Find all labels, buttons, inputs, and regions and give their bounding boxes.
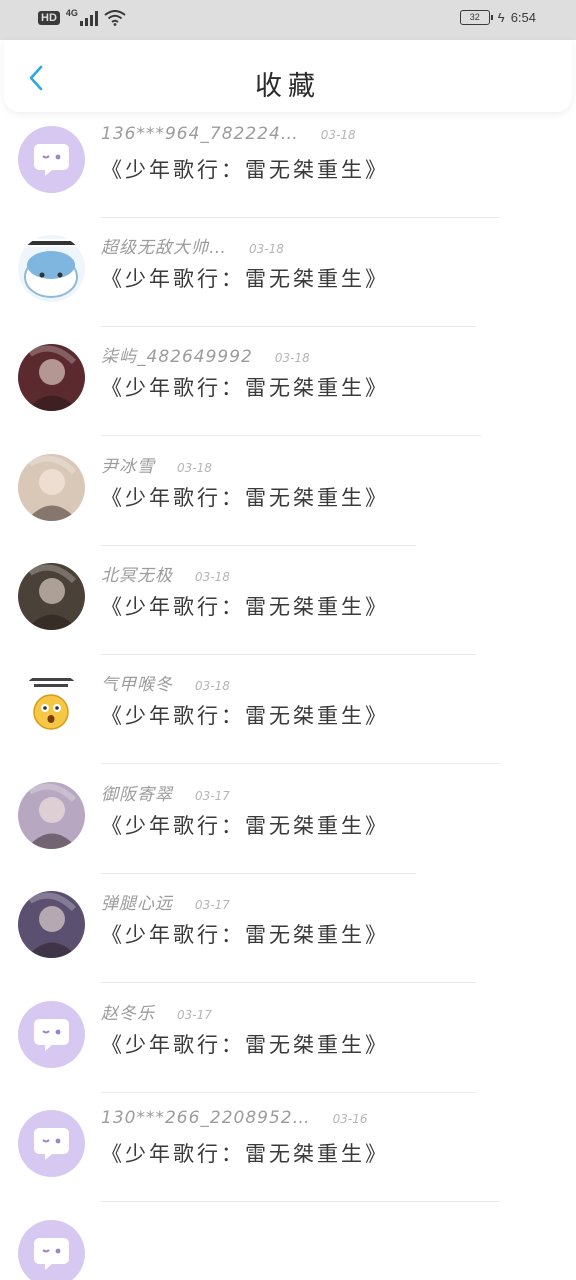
date-label: 03-18 xyxy=(274,351,310,365)
divider xyxy=(101,217,501,218)
divider xyxy=(101,763,501,764)
divider xyxy=(101,326,476,327)
item-meta: 130***266_2208952… 03-16 xyxy=(101,1108,367,1128)
novel-title[interactable]: 《少年歌行：雷无桀重生》 xyxy=(101,372,389,402)
user-name: 御阪寄翠 xyxy=(101,785,173,805)
novel-title[interactable]: 《少年歌行：雷无桀重生》 xyxy=(101,591,389,621)
date-label: 03-18 xyxy=(195,679,230,693)
novel-title[interactable]: 《少年歌行：雷无桀重生》 xyxy=(101,1029,389,1059)
item-meta: 御阪寄翠 03-17 xyxy=(101,780,230,805)
date-label: 03-17 xyxy=(177,1008,212,1022)
item-meta: 尹冰雪 03-18 xyxy=(101,452,212,477)
novel-title[interactable]: 《少年歌行：雷无桀重生》 xyxy=(101,919,389,949)
date-label: 03-18 xyxy=(249,242,284,256)
user-name: 赵冬乐 xyxy=(101,1004,155,1024)
user-name: 北冥无极 xyxy=(101,566,173,586)
divider xyxy=(101,654,476,655)
list-item[interactable]: 赵冬乐 03-17 《少年歌行：雷无桀重生》 xyxy=(0,989,576,1098)
divider xyxy=(101,435,481,436)
item-meta: 136***964_782224… 03-18 xyxy=(101,124,356,144)
nav-bar: 收藏 xyxy=(4,40,572,112)
list-item[interactable]: 尹冰雪 03-18 《少年歌行：雷无桀重生》 xyxy=(0,442,576,551)
item-meta: 弹腿心远 03-17 xyxy=(101,889,230,914)
status-left: HD 4G xyxy=(38,8,126,26)
favorites-list[interactable]: 《少年歌行：雷无桀重生》 136***964_782224… 03-18 《少年歌行：… xyxy=(0,40,576,1280)
hd-badge: HD xyxy=(38,11,60,25)
divider xyxy=(101,545,416,546)
chat-bubble-icon[interactable] xyxy=(18,1220,85,1280)
photo-avatar[interactable] xyxy=(18,891,85,958)
divider xyxy=(101,873,416,874)
list-item[interactable] xyxy=(0,1208,576,1280)
user-name: 超级无敌大帅… xyxy=(101,238,227,258)
item-meta: 超级无敌大帅… 03-18 xyxy=(101,233,284,258)
date-label: 03-18 xyxy=(195,570,230,584)
photo-avatar[interactable] xyxy=(18,782,85,849)
item-meta: 气甲喉冬 03-18 xyxy=(101,670,230,695)
novel-title[interactable]: 《少年歌行：雷无桀重生》 xyxy=(101,1138,389,1168)
user-name: 气甲喉冬 xyxy=(101,675,173,695)
item-meta: 赵冬乐 03-17 xyxy=(101,999,212,1024)
list-item[interactable]: 御阪寄翠 03-17 《少年歌行：雷无桀重生》 xyxy=(0,770,576,879)
list-item[interactable]: 气甲喉冬 03-18 《少年歌行：雷无桀重生》 xyxy=(0,660,576,769)
chat-bubble-icon[interactable] xyxy=(18,1001,85,1068)
user-name: 尹冰雪 xyxy=(101,457,155,477)
chat-bubble-icon[interactable] xyxy=(18,126,85,193)
divider xyxy=(101,1201,501,1202)
user-name: 柒屿_482649992 xyxy=(101,347,253,367)
status-bar: HD 4G 32 ϟ 6:54 xyxy=(0,0,576,40)
divider xyxy=(101,1092,476,1093)
page-title: 收藏 xyxy=(255,71,321,102)
novel-title[interactable]: 《少年歌行：雷无桀重生》 xyxy=(101,263,389,293)
user-name: 130***266_2208952… xyxy=(101,1108,311,1128)
photo-avatar[interactable] xyxy=(18,344,85,411)
battery-icon: 32 xyxy=(459,10,493,25)
emoji-avatar[interactable] xyxy=(18,672,85,739)
photo-avatar[interactable] xyxy=(18,563,85,630)
date-label: 03-17 xyxy=(195,789,230,803)
date-label: 03-18 xyxy=(177,461,212,475)
novel-title[interactable]: 《少年歌行：雷无桀重生》 xyxy=(101,810,389,840)
battery-level: 32 xyxy=(469,12,480,22)
photo-avatar[interactable] xyxy=(18,454,85,521)
divider xyxy=(101,982,476,983)
novel-title[interactable]: 《少年歌行：雷无桀重生》 xyxy=(101,700,389,730)
list-item[interactable]: 超级无敌大帅… 03-18 《少年歌行：雷无桀重生》 xyxy=(0,223,576,332)
chat-bubble-icon[interactable] xyxy=(18,1110,85,1177)
sticker-avatar[interactable] xyxy=(18,235,85,302)
signal-icon xyxy=(79,10,98,26)
item-meta: 北冥无极 03-18 xyxy=(101,561,230,586)
user-name: 136***964_782224… xyxy=(101,124,299,144)
charging-icon: ϟ xyxy=(497,10,505,25)
list-item[interactable]: 130***266_2208952… 03-16 《少年歌行：雷无桀重生》 xyxy=(0,1098,576,1207)
list-item[interactable]: 弹腿心远 03-17 《少年歌行：雷无桀重生》 xyxy=(0,879,576,988)
list-item[interactable]: 柒屿_482649992 03-18 《少年歌行：雷无桀重生》 xyxy=(0,332,576,441)
novel-title[interactable]: 《少年歌行：雷无桀重生》 xyxy=(101,154,389,184)
date-label: 03-17 xyxy=(195,898,230,912)
item-meta: 柒屿_482649992 03-18 xyxy=(101,342,310,367)
status-right: 32 ϟ 6:54 xyxy=(459,10,536,25)
wifi-icon xyxy=(104,10,126,26)
date-label: 03-18 xyxy=(320,128,356,142)
clock: 6:54 xyxy=(510,10,536,25)
network-type: 4G xyxy=(65,8,78,18)
novel-title[interactable]: 《少年歌行：雷无桀重生》 xyxy=(101,482,389,512)
user-name: 弹腿心远 xyxy=(101,894,173,914)
list-item[interactable]: 北冥无极 03-18 《少年歌行：雷无桀重生》 xyxy=(0,551,576,660)
date-label: 03-16 xyxy=(332,1112,368,1126)
list-item[interactable]: 136***964_782224… 03-18 《少年歌行：雷无桀重生》 xyxy=(0,114,576,223)
